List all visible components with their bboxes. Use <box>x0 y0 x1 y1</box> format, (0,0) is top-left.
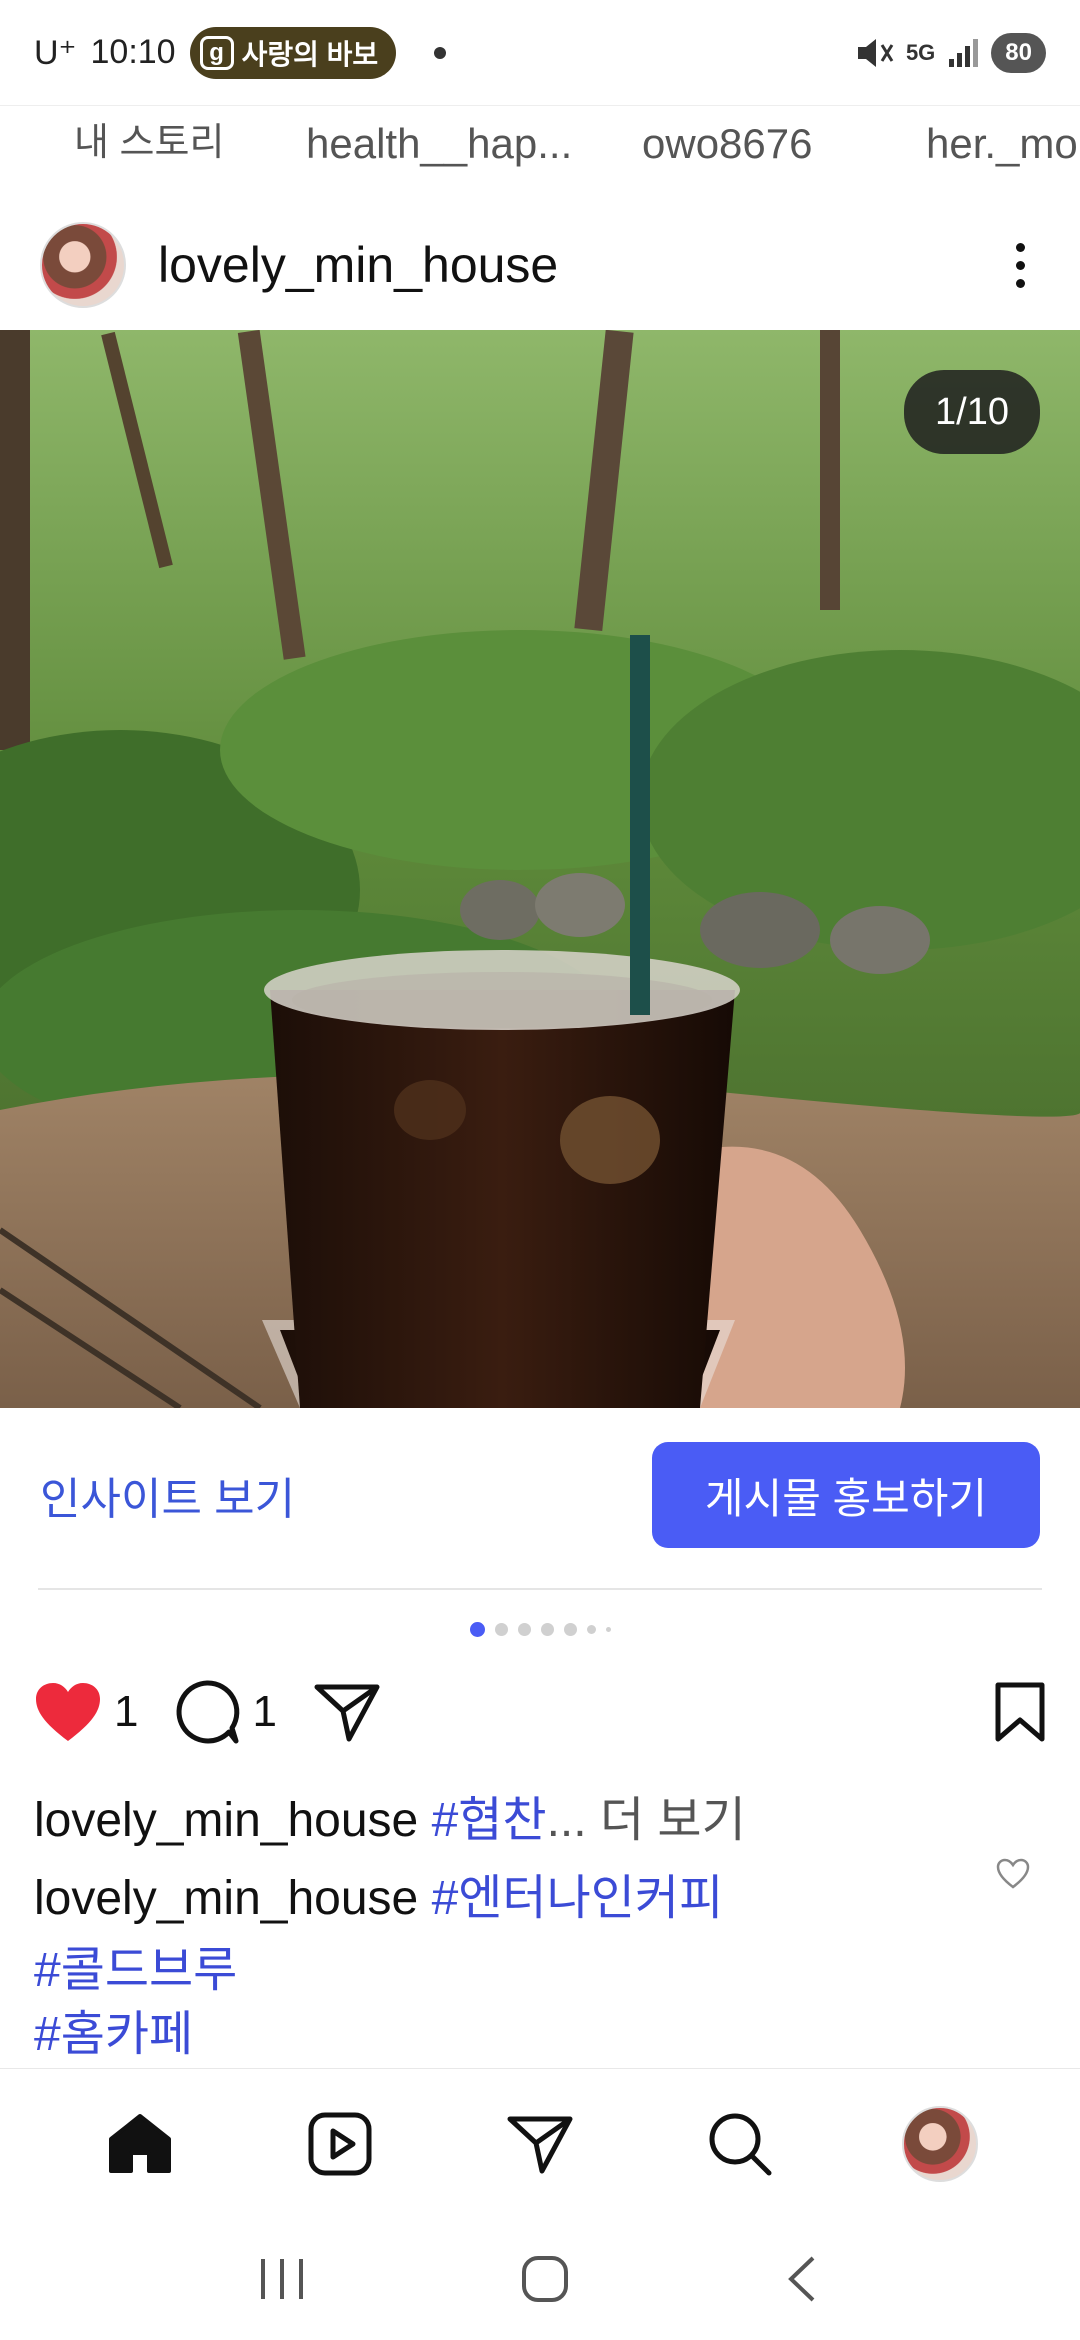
stories-strip[interactable]: 내 스토리 health__hap... owo8676 her._mo <box>0 105 1080 185</box>
carousel-dot <box>563 1623 577 1636</box>
recents-icon[interactable] <box>257 2257 307 2301</box>
like-button[interactable]: 1 <box>34 1681 138 1743</box>
see-more-link[interactable]: ... 더 보기 <box>547 1794 746 1847</box>
signal-icon <box>949 38 979 67</box>
carousel-dot <box>586 1625 596 1634</box>
profile-avatar <box>902 2105 978 2182</box>
send-icon <box>507 2116 573 2173</box>
post-image <box>0 330 1080 1408</box>
carousel-dot <box>540 1623 554 1636</box>
nav-profile[interactable] <box>895 2099 985 2189</box>
more-options-icon[interactable] <box>1000 242 1040 288</box>
network-label: 5G <box>905 39 936 65</box>
caption-username[interactable]: lovely_min_house <box>34 1872 418 1925</box>
carousel-dot <box>494 1623 508 1636</box>
story-item[interactable]: owo8676 <box>642 106 812 185</box>
story-item-my-story[interactable]: 내 스토리 <box>74 106 224 185</box>
bookmark-icon[interactable] <box>994 1682 1046 1742</box>
now-playing-label: 사랑의 바보 <box>241 38 379 70</box>
post-header: lovely_min_house <box>0 200 1080 330</box>
mute-icon <box>857 38 894 67</box>
back-icon[interactable] <box>783 2254 823 2304</box>
carousel-counter: 1/10 <box>904 370 1040 454</box>
nav-home[interactable] <box>95 2099 185 2189</box>
carousel-dot <box>605 1627 611 1632</box>
carousel-dot <box>517 1623 531 1636</box>
nav-reels[interactable] <box>295 2099 385 2189</box>
hashtag[interactable]: #콜드브루 <box>34 1930 237 2000</box>
home-circle-icon[interactable] <box>520 2254 570 2304</box>
bottom-nav <box>0 2068 1080 2218</box>
hashtag[interactable]: #엔터나인커피 <box>432 1872 724 1925</box>
divider <box>38 1588 1042 1590</box>
post-photo[interactable]: 1/10 <box>0 330 1080 1408</box>
carousel-dot-active <box>469 1622 485 1637</box>
hashtag[interactable]: #홈카페 <box>34 1994 193 2064</box>
nav-direct[interactable] <box>495 2099 585 2189</box>
caption-line-1[interactable]: lovely_min_house #협찬... 더 보기 <box>34 1780 746 1850</box>
hashtag[interactable]: #협찬 <box>432 1794 547 1847</box>
caption-username[interactable]: lovely_min_house <box>34 1794 418 1847</box>
comment-icon <box>177 1680 240 1744</box>
send-icon <box>314 1684 380 1742</box>
nav-search[interactable] <box>695 2099 785 2189</box>
status-bar: U⁺ 10:10 g 사랑의 바보 5G 80 <box>0 0 1080 105</box>
clock: 10:10 <box>90 33 176 71</box>
notification-dot-icon <box>434 46 447 59</box>
system-nav-bar <box>0 2218 1080 2340</box>
carrier-label: U⁺ <box>34 33 77 72</box>
promo-row: 인사이트 보기 게시물 홍보하기 <box>0 1440 1080 1550</box>
author-username[interactable]: lovely_min_house <box>158 236 558 294</box>
carousel-dots <box>0 1622 1080 1637</box>
engagement-row: 1 1 <box>34 1672 1046 1752</box>
now-playing-chip[interactable]: g 사랑의 바보 <box>189 26 397 79</box>
comment-button[interactable]: 1 <box>174 1679 277 1745</box>
battery-indicator: 80 <box>991 32 1046 73</box>
search-icon <box>709 2113 772 2175</box>
heart-filled-icon <box>36 1683 100 1741</box>
story-item[interactable]: her._mo <box>926 106 1078 185</box>
author-avatar[interactable] <box>40 222 126 308</box>
promote-post-button[interactable]: 게시물 홍보하기 <box>652 1442 1040 1548</box>
home-icon <box>109 2113 171 2173</box>
reels-icon <box>308 2112 372 2175</box>
comment-like-heart-icon[interactable] <box>996 1858 1030 1890</box>
caption-line-2[interactable]: lovely_min_house #엔터나인커피 <box>34 1858 723 1928</box>
view-insights-link[interactable]: 인사이트 보기 <box>40 1463 295 1527</box>
like-count: 1 <box>114 1687 139 1736</box>
share-button[interactable] <box>313 1681 381 1743</box>
genie-app-icon: g <box>199 35 234 70</box>
comment-count: 1 <box>252 1687 277 1736</box>
story-item[interactable]: health__hap... <box>306 106 572 185</box>
